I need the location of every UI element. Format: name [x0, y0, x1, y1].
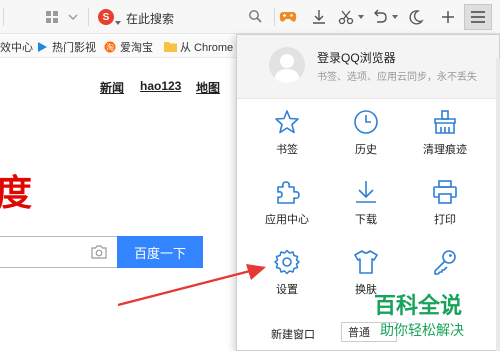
menu-item-print[interactable]: 打印 [413, 179, 477, 227]
grid-icon[interactable] [44, 7, 60, 27]
printer-icon [413, 179, 477, 205]
watermark: 百科全说 助你轻松解决 [356, 288, 496, 348]
menu-item-label: 书签 [276, 144, 298, 156]
menu-item-clear-traces[interactable]: 清理痕迹 [413, 109, 477, 157]
bookmark-item[interactable]: 效中心 [0, 39, 33, 55]
game-controller-icon[interactable] [279, 7, 297, 27]
watermark-subtitle: 助你轻松解决 [380, 322, 464, 338]
menu-item-password[interactable] [413, 249, 477, 281]
menu-item-label: 下载 [355, 214, 377, 226]
chevron-down-icon[interactable] [66, 7, 80, 27]
new-window-label[interactable]: 新建窗口 [271, 326, 315, 342]
search-input[interactable]: 在此搜索 [126, 10, 174, 27]
caret-down-icon[interactable] [357, 7, 365, 27]
login-subtitle: 书签、选项、应用云同步，永不丢失 [317, 72, 477, 83]
undo-icon[interactable] [370, 7, 390, 27]
broom-icon [413, 109, 477, 135]
gear-icon [255, 249, 319, 275]
scrollbar[interactable] [496, 58, 500, 351]
menu-item-download[interactable]: 下载 [334, 179, 398, 227]
clock-icon [334, 109, 398, 135]
star-icon [255, 109, 319, 135]
menu-login-header[interactable]: 登录QQ浏览器 书签、选项、应用云同步，永不丢失 [237, 35, 499, 99]
folder-icon [164, 41, 177, 53]
bookmark-label: 热门影视 [52, 42, 96, 54]
toolbar-divider [3, 8, 4, 26]
bookmark-item[interactable]: 淘 爱淘宝 [104, 39, 153, 55]
camera-icon[interactable] [91, 245, 107, 262]
sogou-logo-icon[interactable]: S [98, 9, 114, 25]
nav-link-map[interactable]: 地图 [196, 79, 220, 96]
bookmark-label: 爱淘宝 [120, 42, 153, 54]
menu-item-bookmarks[interactable]: 书签 [255, 109, 319, 157]
menu-hamburger-icon[interactable] [464, 4, 492, 30]
svg-text:淘: 淘 [106, 42, 114, 52]
download-icon[interactable] [310, 7, 328, 27]
puzzle-icon [255, 179, 319, 205]
caret-down-icon[interactable] [115, 14, 121, 28]
night-mode-icon[interactable] [406, 7, 426, 27]
menu-item-app-center[interactable]: 应用中心 [255, 179, 319, 227]
menu-item-settings[interactable]: 设置 [255, 249, 319, 297]
scissors-icon[interactable] [336, 7, 356, 27]
play-icon [36, 41, 48, 53]
bookmark-label: 效中心 [0, 42, 33, 54]
watermark-title: 百科全说 [374, 293, 463, 318]
nav-link-news[interactable]: 新闻 [100, 79, 124, 96]
menu-item-label: 设置 [276, 284, 298, 296]
nav-link-hao123[interactable]: hao123 [140, 79, 181, 93]
baidu-search-input[interactable] [0, 236, 117, 268]
login-title[interactable]: 登录QQ浏览器 [317, 49, 396, 66]
bookmark-item[interactable]: 从 Chrome [164, 39, 233, 55]
menu-item-label: 打印 [434, 214, 456, 226]
menu-item-label: 应用中心 [265, 214, 309, 226]
bookmark-label: 从 Chrome [180, 42, 234, 54]
baidu-logo-fragment: 度 [0, 172, 33, 214]
menu-item-label: 历史 [355, 144, 377, 156]
bookmark-item[interactable]: 热门影视 [36, 39, 96, 55]
avatar[interactable] [269, 47, 305, 83]
menu-item-label: 清理痕迹 [423, 144, 467, 156]
caret-down-icon[interactable] [391, 7, 399, 27]
taobao-icon: 淘 [104, 41, 116, 53]
shirt-icon [334, 249, 398, 275]
download-icon [334, 179, 398, 205]
browser-toolbar: S 在此搜索 [0, 0, 500, 34]
key-icon [413, 249, 477, 275]
plus-icon[interactable] [438, 7, 458, 27]
toolbar-divider [274, 8, 275, 26]
search-icon[interactable] [248, 9, 262, 26]
menu-item-history[interactable]: 历史 [334, 109, 398, 157]
toolbar-search-box[interactable]: S 在此搜索 [92, 6, 270, 28]
toolbar-divider [88, 8, 89, 26]
baidu-search-button[interactable]: 百度一下 [117, 236, 203, 268]
